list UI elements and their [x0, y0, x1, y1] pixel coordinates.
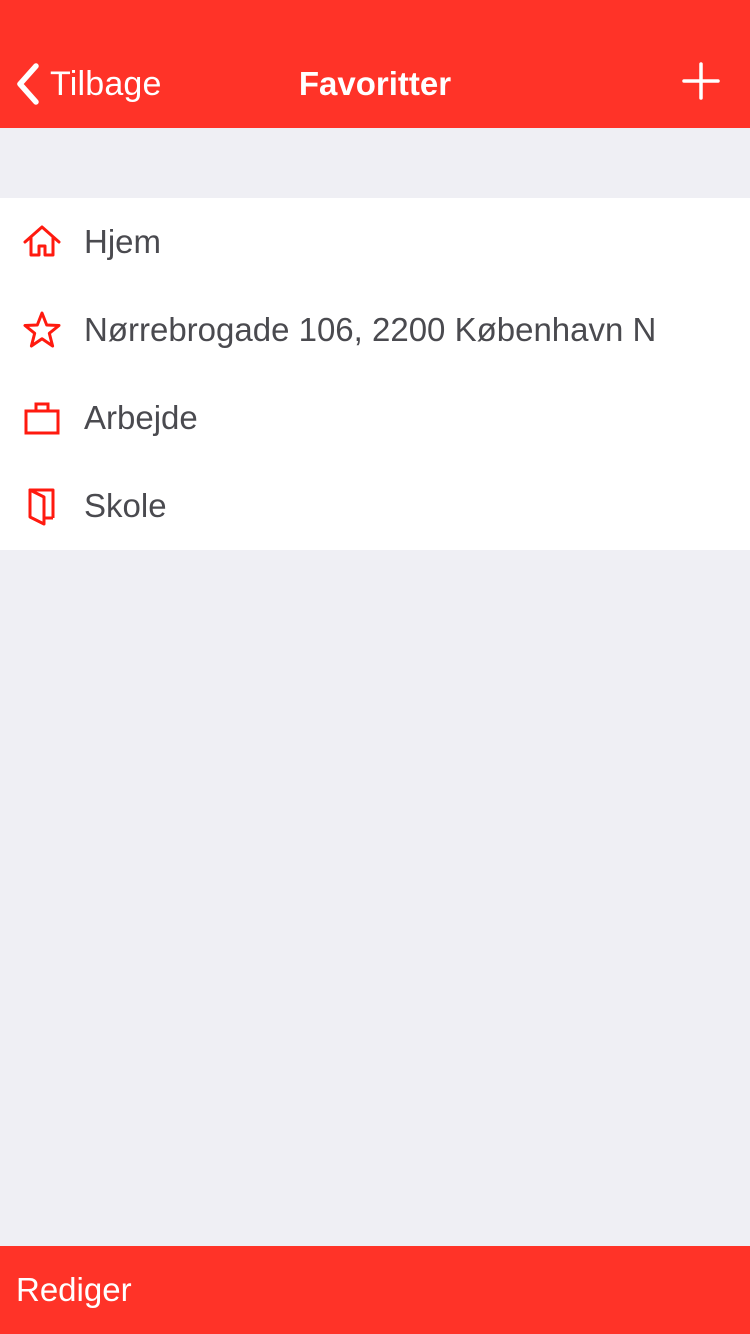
favorite-item-label: Nørrebrogade 106, 2200 København N: [84, 311, 657, 348]
home-icon: [22, 222, 62, 262]
favorite-item-label: Arbejde: [84, 399, 198, 436]
favorite-item-label: Hjem: [84, 223, 162, 260]
briefcase-icon: [22, 398, 62, 438]
favorite-item-home[interactable]: Hjem: [0, 198, 750, 286]
plus-icon: [676, 56, 726, 106]
favorite-item-label: Skole: [84, 487, 167, 524]
bottom-toolbar: Rediger: [0, 1246, 750, 1334]
favorite-item-work[interactable]: Arbejde: [0, 374, 750, 462]
favorites-list: Hjem Nørrebrogade 106, 2200 København N …: [0, 198, 750, 550]
book-icon: [22, 486, 62, 526]
page-title: Favoritter: [298, 65, 452, 102]
navigation-bar: Tilbage Favoritter: [0, 0, 750, 128]
star-icon: [22, 310, 62, 350]
favorite-item-address[interactable]: Nørrebrogade 106, 2200 København N: [0, 286, 750, 374]
add-favorite-button[interactable]: [676, 56, 726, 106]
edit-button[interactable]: Rediger: [16, 1246, 132, 1334]
favorite-item-school[interactable]: Skole: [0, 462, 750, 550]
